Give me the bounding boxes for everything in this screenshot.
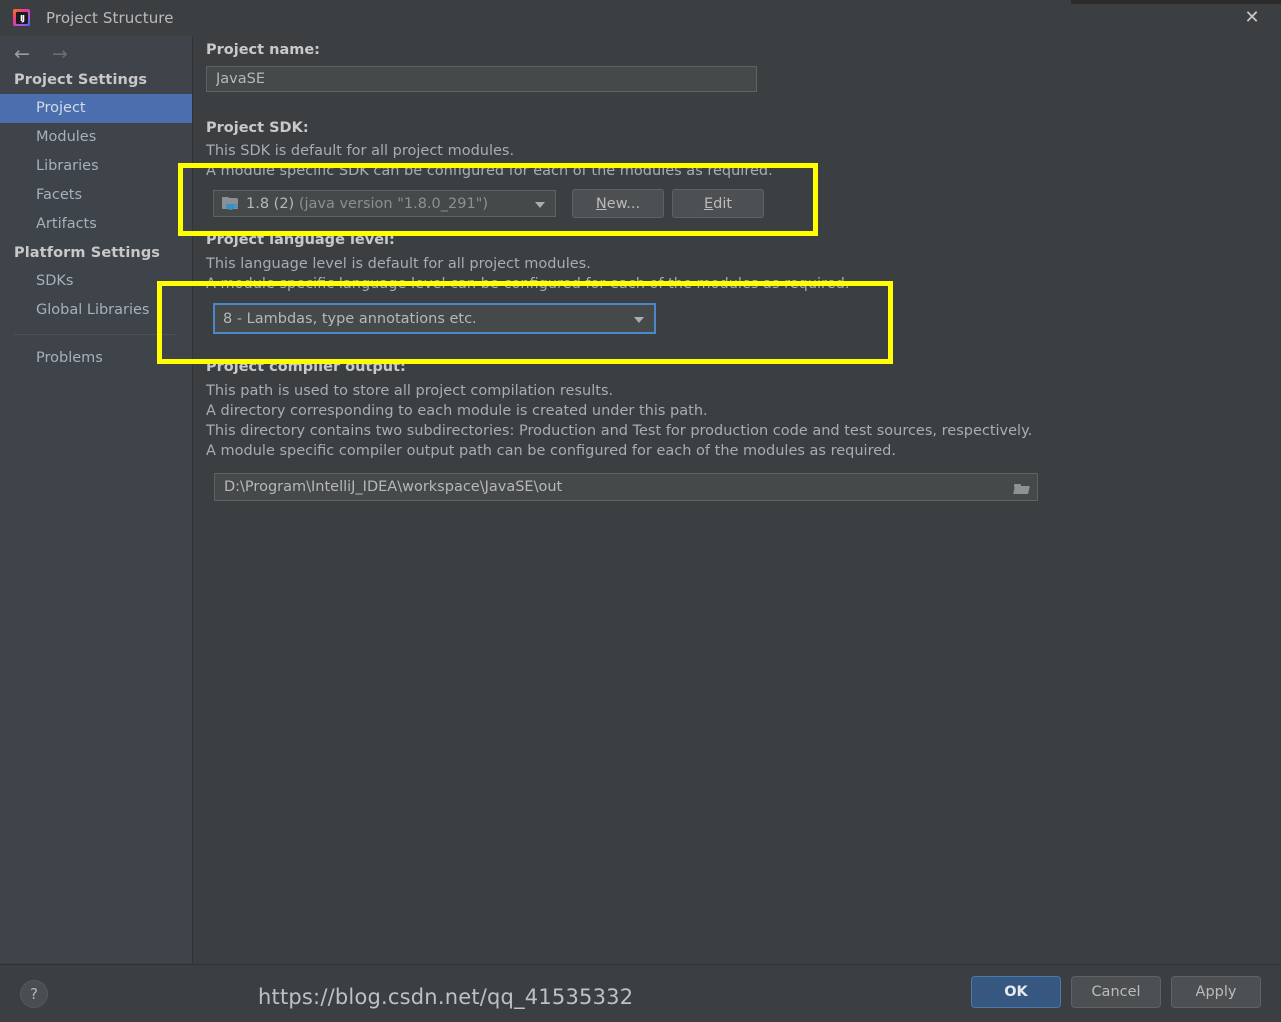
forward-arrow-icon[interactable]: → [52, 44, 68, 64]
cancel-button[interactable]: Cancel [1071, 976, 1161, 1008]
language-level-desc-line2: A module specific language level can be … [206, 276, 850, 292]
group-header-platform-settings: Platform Settings [14, 245, 161, 261]
sidebar-divider [14, 334, 176, 335]
project-sdk-value: 1.8 (2) (java version "1.8.0_291") [246, 196, 488, 212]
window-title: Project Structure [46, 9, 174, 27]
back-arrow-icon[interactable]: ← [14, 44, 30, 64]
close-icon[interactable]: ✕ [1237, 4, 1267, 32]
title-bar: IJ Project Structure ✕ [0, 0, 1281, 36]
navigation-arrows: ← → [0, 36, 192, 66]
project-settings-pane: Project name: Project SDK: This SDK is d… [194, 36, 1281, 963]
apply-button[interactable]: Apply [1171, 976, 1261, 1008]
language-level-desc-line1: This language level is default for all p… [206, 256, 591, 272]
edit-sdk-button-label-rest: dit [713, 195, 733, 212]
ok-button[interactable]: OK [971, 976, 1061, 1008]
chevron-down-icon[interactable] [634, 316, 644, 323]
intellij-idea-icon: IJ [12, 8, 32, 28]
compiler-output-desc-line4: A module specific compiler output path c… [206, 443, 896, 459]
compiler-output-path-field[interactable]: D:\Program\IntelliJ_IDEA\workspace\JavaS… [214, 473, 1038, 501]
project-sdk-desc-line1: This SDK is default for all project modu… [206, 143, 515, 159]
language-level-label: Project language level: [206, 232, 395, 248]
sidebar-item-artifacts[interactable]: Artifacts [0, 210, 192, 239]
sidebar-item-project[interactable]: Project [0, 94, 192, 123]
dialog-footer: ? OK Cancel Apply [0, 964, 1281, 1022]
group-header-project-settings: Project Settings [14, 72, 148, 88]
language-level-value: 8 - Lambdas, type annotations etc. [223, 310, 477, 327]
project-sdk-name: 1.8 (2) [246, 195, 295, 212]
chevron-down-icon[interactable] [535, 201, 545, 208]
project-sdk-combo[interactable]: 1.8 (2) (java version "1.8.0_291") [213, 190, 556, 217]
compiler-output-desc-line2: A directory corresponding to each module… [206, 403, 708, 419]
help-button[interactable]: ? [20, 980, 48, 1008]
sidebar-item-global-libraries[interactable]: Global Libraries [0, 296, 192, 325]
compiler-output-label: Project compiler output: [206, 359, 406, 375]
project-sdk-version: (java version "1.8.0_291") [298, 195, 489, 212]
new-sdk-button-label-rest: ew... [606, 195, 641, 212]
project-name-input[interactable] [206, 66, 757, 92]
edit-sdk-button[interactable]: Edit [672, 189, 764, 218]
compiler-output-path-value: D:\Program\IntelliJ_IDEA\workspace\JavaS… [224, 479, 563, 495]
new-sdk-button[interactable]: New... [572, 189, 664, 218]
dialog-button-group: OK Cancel Apply [971, 976, 1261, 1008]
folder-open-icon[interactable] [1006, 475, 1036, 501]
sidebar-item-libraries[interactable]: Libraries [0, 152, 192, 181]
compiler-output-desc-line1: This path is used to store all project c… [206, 383, 614, 399]
java-sdk-folder-icon [222, 196, 239, 211]
project-name-label: Project name: [206, 42, 320, 58]
language-level-combo[interactable]: 8 - Lambdas, type annotations etc. [213, 303, 656, 334]
sidebar-item-sdks[interactable]: SDKs [0, 267, 192, 296]
sidebar-item-facets[interactable]: Facets [0, 181, 192, 210]
compiler-output-desc-line3: This directory contains two subdirectori… [206, 423, 1033, 439]
project-sdk-label: Project SDK: [206, 120, 309, 136]
sidebar-item-problems[interactable]: Problems [0, 344, 192, 373]
project-sdk-desc-line2: A module specific SDK can be configured … [206, 163, 773, 179]
settings-sidebar: ← → Project Settings Project Modules Lib… [0, 36, 193, 963]
project-structure-dialog: IJ Project Structure ✕ ← → Project Setti… [0, 0, 1281, 1022]
sidebar-item-modules[interactable]: Modules [0, 123, 192, 152]
